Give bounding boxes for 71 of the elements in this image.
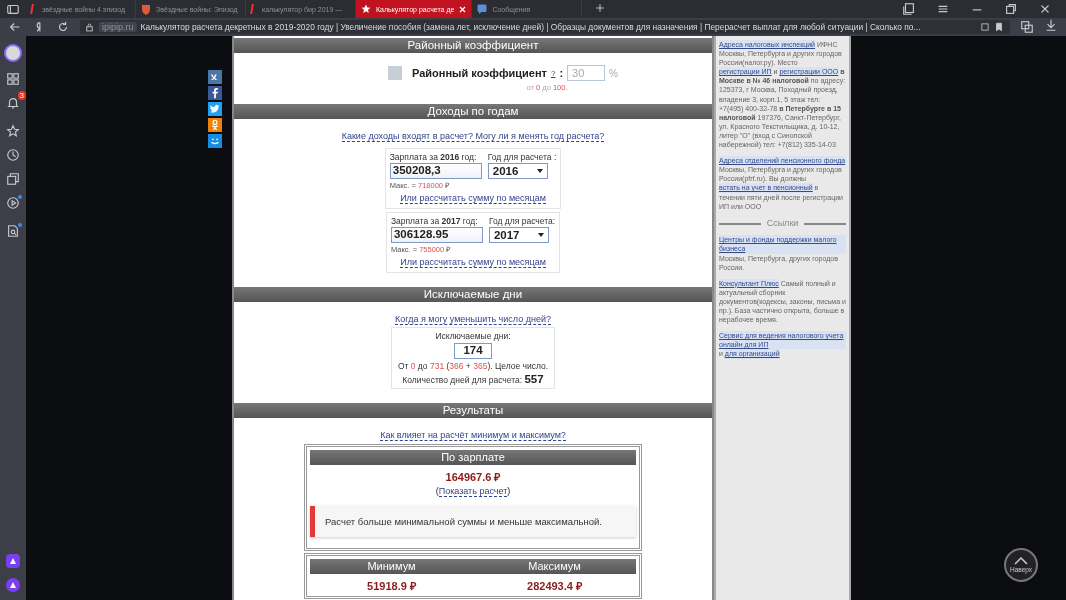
- colon-label: :: [559, 67, 564, 79]
- notice-message: Расчет больше минимальной суммы и меньше максимальной.: [310, 506, 636, 537]
- excluded-days-label: Исключаемые дни:: [435, 331, 511, 341]
- help-link[interactable]: Когда я могу уменьшить число дней?: [395, 314, 551, 325]
- monthly-link[interactable]: Или рассчитать сумму по месяцам: [400, 193, 546, 204]
- limit-header: Минимум: [367, 559, 416, 574]
- salary-input[interactable]: 306128.95: [390, 227, 483, 243]
- section-header: Районный коэффициент: [234, 38, 712, 53]
- limit-amount: 51918.9 ₽: [367, 579, 416, 593]
- domain-label: ipipip.ru: [99, 22, 137, 32]
- new-tab-icon[interactable]: [594, 2, 607, 14]
- restore-icon[interactable]: [1004, 2, 1018, 16]
- play-circle-icon[interactable]: [6, 196, 20, 210]
- lock-icon: [84, 21, 95, 33]
- links-heading: Ссылки: [766, 217, 799, 230]
- arrow-up-icon: [1014, 557, 1028, 565]
- sidebar-toggle-icon[interactable]: [6, 2, 20, 16]
- section-header: Исключаемые дни: [234, 287, 712, 302]
- section-header: Доходы по годам: [234, 104, 712, 119]
- page-title: Калькулятор расчета декретных в 2019-2020 году | Увеличение пособия (замена лет, исключение дней) | Образцы документов для назначения | Перерасчет выплат для любой ситуации | Сколько по...: [140, 22, 922, 32]
- download-icon[interactable]: [1044, 18, 1058, 32]
- help-link[interactable]: Какие доходы входят в расчет? Могу ли я менять год расчета?: [341, 131, 605, 142]
- range-hint: От 0 до 731 (366 + 365). Целое число.: [397, 361, 549, 371]
- clock-icon[interactable]: [6, 148, 20, 162]
- paren-label: (: [435, 486, 439, 496]
- assistant-icon[interactable]: [6, 578, 20, 592]
- twitter-share-icon[interactable]: [208, 102, 222, 116]
- address-field[interactable]: ipipip.ru Калькулятор расчета декретных в 2019-2020 году | Увеличение пособия (замена лет, исключение дней) | Образцы документов для назначения | Перерасчет выплат для любой ситуации | Сколько по...: [80, 20, 1010, 34]
- limit-header: Максимум: [528, 559, 581, 574]
- shield-icon: [141, 3, 151, 15]
- collections-icon[interactable]: [6, 172, 20, 186]
- days-count: Количество дней для расчета: 557: [402, 373, 544, 385]
- assistant-icon[interactable]: [6, 554, 20, 568]
- bookmarks-icon[interactable]: [902, 2, 916, 16]
- limit-amount: 282493.4 ₽: [527, 579, 582, 593]
- monthly-link[interactable]: Или рассчитать сумму по месяцам: [400, 257, 546, 268]
- reload-icon[interactable]: [56, 20, 70, 34]
- document-search-icon[interactable]: [6, 224, 20, 238]
- salary-input[interactable]: 350208,3: [389, 163, 482, 179]
- card-header: По зарплате: [310, 450, 636, 465]
- salary-label: Зарплата за 2016 год:: [389, 152, 478, 162]
- year-select[interactable]: 2016: [487, 163, 548, 179]
- help-link[interactable]: Как влияет на расчёт минимум и максимум?: [380, 430, 566, 441]
- star-icon: [361, 4, 371, 14]
- translate-icon[interactable]: [1020, 20, 1034, 34]
- year-label: Год для расчета:: [488, 216, 556, 226]
- bookmark-icon[interactable]: [994, 22, 1004, 32]
- close-tab-icon[interactable]: [459, 5, 467, 13]
- year-select[interactable]: 2017: [488, 227, 549, 243]
- dropdown-caret-icon: [536, 169, 543, 173]
- dropdown-caret-icon: [537, 233, 544, 237]
- year-label: Год для расчета :: [487, 152, 557, 162]
- apps-grid-icon[interactable]: [6, 72, 20, 86]
- star-icon[interactable]: [6, 124, 20, 138]
- moimir-share-icon[interactable]: [208, 134, 222, 148]
- chat-icon: [477, 4, 488, 14]
- odnoklassniki-share-icon[interactable]: [208, 118, 222, 132]
- facebook-share-icon[interactable]: [208, 86, 222, 100]
- section-header: Результаты: [234, 403, 712, 418]
- paren-label: ): [507, 486, 511, 496]
- profile-avatar[interactable]: [4, 44, 22, 62]
- coefficient-label: Районный коэффициент: [412, 67, 547, 79]
- vk-share-icon[interactable]: [208, 70, 222, 84]
- salary-label: Зарплата за 2017 год:: [390, 216, 479, 226]
- bell-icon[interactable]: [6, 96, 20, 110]
- unit-label: %: [609, 67, 618, 79]
- back-icon[interactable]: [8, 20, 22, 34]
- notification-badge: 3: [17, 91, 26, 100]
- reader-icon[interactable]: [980, 22, 990, 32]
- excluded-days-input[interactable]: 174: [454, 343, 492, 359]
- result-amount: 164967.6 ₽: [445, 470, 501, 484]
